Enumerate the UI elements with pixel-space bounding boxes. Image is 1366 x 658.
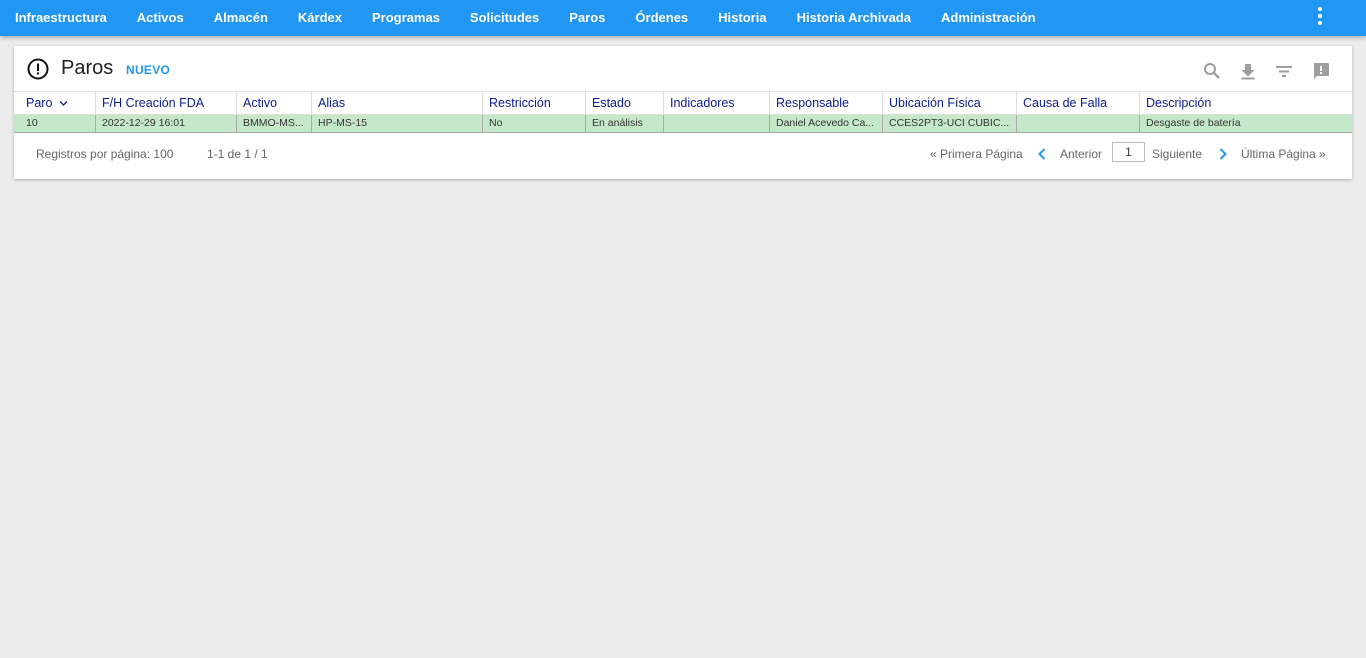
- nav-item-historia[interactable]: Historia: [703, 0, 781, 36]
- column-header-restriccion[interactable]: Restricción: [483, 92, 586, 114]
- alert-circle-icon: [27, 58, 49, 80]
- column-header-paro[interactable]: Paro: [14, 92, 96, 114]
- cell-estado: En análisis: [586, 115, 664, 132]
- pagination-footer: Registros por página: 100 1-1 de 1 / 1 «…: [14, 142, 1352, 168]
- nav-items: Infraestructura Activos Almacén Kárdex P…: [0, 0, 1051, 36]
- cell-fh-creacion: 2022-12-29 16:01: [96, 115, 237, 132]
- page-title: Paros: [61, 57, 114, 79]
- download-icon[interactable]: [1238, 61, 1258, 81]
- table-header: Paro F/H Creación FDA Activo Alias Restr…: [14, 91, 1352, 115]
- filter-icon[interactable]: [1274, 61, 1294, 81]
- first-page-link[interactable]: « Primera Página: [930, 147, 1023, 161]
- cell-descripcion: Desgaste de batería: [1146, 117, 1241, 129]
- column-header-label: Paro: [26, 96, 53, 110]
- record-range: 1-1 de 1 / 1: [207, 147, 268, 161]
- records-per-page[interactable]: Registros por página: 100: [36, 147, 173, 161]
- nav-item-ordenes[interactable]: Órdenes: [620, 0, 703, 36]
- cell-responsable: Daniel Acevedo Ca...: [770, 115, 883, 132]
- column-header-responsable[interactable]: Responsable: [770, 92, 883, 114]
- chevron-down-icon: [59, 101, 68, 106]
- cell-indicadores: [664, 115, 770, 132]
- feedback-icon[interactable]: [1311, 61, 1331, 81]
- column-header-indicadores[interactable]: Indicadores: [664, 92, 770, 114]
- cell-ubicacion: CCES2PT3-UCI CUBIC...: [883, 115, 1017, 132]
- column-header-alias[interactable]: Alias: [312, 92, 483, 114]
- nav-item-historia-archivada[interactable]: Historia Archivada: [782, 0, 926, 36]
- column-header-descripcion[interactable]: Descripción: [1140, 92, 1352, 114]
- chevron-right-icon[interactable]: [1217, 147, 1229, 161]
- previous-page-link[interactable]: Anterior: [1060, 147, 1102, 161]
- more-vert-icon[interactable]: [1310, 5, 1330, 29]
- paros-card: Paros NUEVO Paro F/H Creación FDA Activo…: [14, 46, 1352, 179]
- search-icon[interactable]: [1202, 61, 1222, 81]
- page-number-input[interactable]: [1112, 142, 1145, 162]
- nav-item-paros[interactable]: Paros: [554, 0, 620, 36]
- cell-restriccion: No: [483, 115, 586, 132]
- card-header: Paros NUEVO: [14, 46, 1352, 90]
- new-button[interactable]: NUEVO: [126, 63, 170, 77]
- column-header-causa[interactable]: Causa de Falla: [1017, 92, 1140, 114]
- column-header-fh-creacion[interactable]: F/H Creación FDA: [96, 92, 237, 114]
- nav-item-solicitudes[interactable]: Solicitudes: [455, 0, 554, 36]
- nav-item-administracion[interactable]: Administración: [926, 0, 1051, 36]
- last-page-link[interactable]: Última Página »: [1241, 147, 1326, 161]
- next-page-link[interactable]: Siguiente: [1152, 147, 1202, 161]
- nav-item-kardex[interactable]: Kárdex: [283, 0, 357, 36]
- top-navbar: Infraestructura Activos Almacén Kárdex P…: [0, 0, 1366, 36]
- paros-table: Paro F/H Creación FDA Activo Alias Restr…: [14, 91, 1352, 133]
- column-header-activo[interactable]: Activo: [237, 92, 312, 114]
- column-header-estado[interactable]: Estado: [586, 92, 664, 114]
- cell-paro: 10: [14, 115, 96, 132]
- table-row[interactable]: 10 2022-12-29 16:01 BMMO-MS... HP-MS-15 …: [14, 115, 1352, 133]
- cell-activo: BMMO-MS...: [237, 115, 312, 132]
- nav-item-infraestructura[interactable]: Infraestructura: [0, 0, 122, 36]
- nav-item-programas[interactable]: Programas: [357, 0, 455, 36]
- column-header-ubicacion[interactable]: Ubicación Física: [883, 92, 1017, 114]
- chevron-left-icon[interactable]: [1036, 147, 1048, 161]
- nav-item-activos[interactable]: Activos: [122, 0, 199, 36]
- nav-item-almacen[interactable]: Almacén: [199, 0, 283, 36]
- cell-alias: HP-MS-15: [312, 115, 483, 132]
- cell-causa: [1017, 115, 1140, 132]
